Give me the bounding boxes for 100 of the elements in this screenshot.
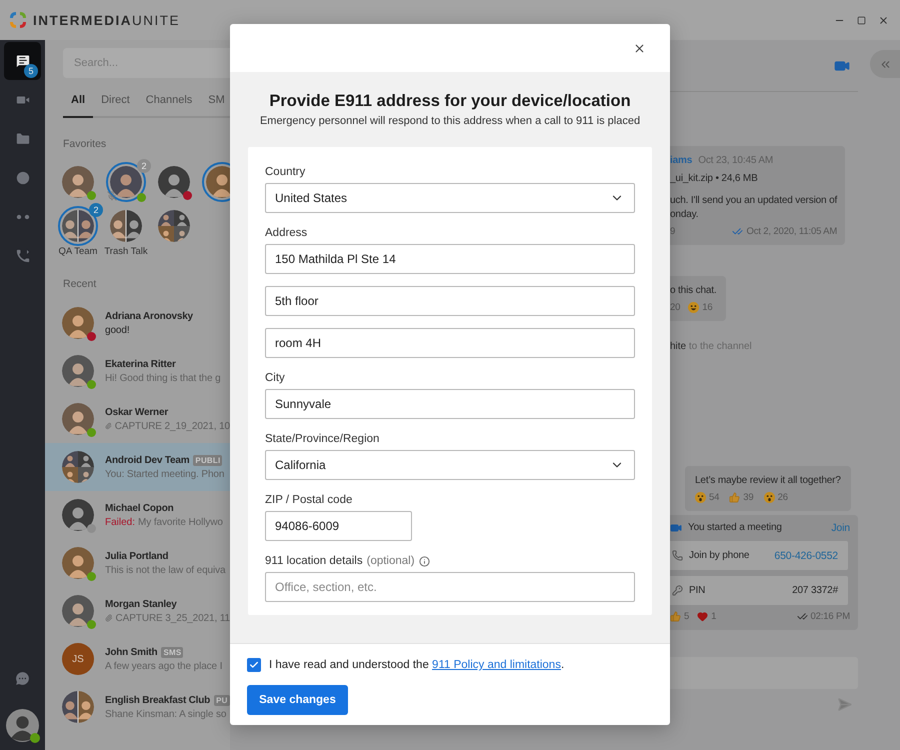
key-icon <box>672 585 683 596</box>
heart-icon <box>697 611 708 622</box>
initials-avatar: JS <box>62 643 94 675</box>
reaction-count: 26 <box>778 492 788 503</box>
conversation-row[interactable]: Julia Portland This is not the law of equiva <box>45 539 230 587</box>
conversation-row[interactable]: English Breakfast Club PU Shane Kinsman: A single so <box>45 683 230 731</box>
unread-badge: 5 <box>24 64 38 78</box>
user-avatar[interactable] <box>6 709 39 742</box>
input-field[interactable]: Office, section, etc. <box>265 572 635 602</box>
input-field[interactable]: 94086-6009 <box>265 511 412 541</box>
chat-bubble-icon <box>14 670 31 686</box>
reaction-count: 20 <box>670 302 680 313</box>
contact-name: Android Dev Team <box>105 454 190 466</box>
collapse-button[interactable] <box>870 50 900 78</box>
input-field[interactable]: 5th floor <box>265 286 635 316</box>
thumbs-up-icon <box>729 492 740 503</box>
message-preview: CAPTURE 2_19_2021, 10 <box>114 420 230 432</box>
sender-name: iams <box>670 154 692 168</box>
info-icon[interactable] <box>418 556 430 566</box>
dialog-subtitle: Emergency personnel will respond to this address when a call to 911 is placed <box>258 114 642 129</box>
contact-name: Julia Portland <box>105 550 168 562</box>
reaction-count: 1 <box>711 611 716 622</box>
message-text: o this chat. <box>670 284 718 298</box>
message-preview: My favorite Hollywo <box>138 516 223 528</box>
select-field[interactable]: California <box>265 450 635 480</box>
emoji-icon <box>688 302 700 313</box>
contact-name: Oskar Werner <box>105 406 168 418</box>
field-label: 911 location details <box>265 554 363 569</box>
chats-nav-button[interactable]: 5 <box>4 42 41 80</box>
input-field[interactable]: Sunnyvale <box>265 389 635 419</box>
reaction-count: 16 <box>702 302 713 313</box>
message-input[interactable] <box>670 657 858 689</box>
favorite-name[interactable]: QA Team <box>58 246 98 257</box>
field-label: Address <box>265 226 308 241</box>
dialog-title: Provide E911 address for your device/location <box>268 91 632 112</box>
file-name: _ui_kit.zip • 24,6 MB <box>670 172 759 186</box>
conversation-row[interactable]: Android Dev Team PUBLI You: Started meeting. Phon <box>45 443 230 491</box>
detail-label: Join by phone <box>689 548 750 562</box>
video-icon <box>670 522 682 534</box>
channel-tag: PU <box>214 694 230 706</box>
field-hint: (optional) <box>366 554 415 569</box>
contact-name: John Smith <box>105 646 158 658</box>
field-label: State/Province/Region <box>265 432 380 447</box>
save-button[interactable]: Save changes <box>247 685 348 715</box>
input-field[interactable]: room 4H <box>265 328 635 358</box>
contact-name: Michael Copon <box>105 502 174 514</box>
message-preview: Hi! Good thing is that the g <box>105 372 221 384</box>
failed-label: Failed: <box>105 516 136 528</box>
avatar <box>62 595 94 627</box>
channel-tag: SMS <box>161 646 184 658</box>
conversation-row[interactable]: Michael Copon Failed: My favorite Hollywo <box>45 491 230 539</box>
message-preview: A few years ago the place I <box>105 660 222 672</box>
message-preview: good! <box>105 324 130 336</box>
avatar <box>62 355 94 387</box>
avatar <box>62 691 94 723</box>
conversation-row[interactable]: Morgan Stanley CAPTURE 3_25_2021, 11 <box>45 587 230 635</box>
avatar <box>62 499 94 531</box>
agreement-text: I have read and understood the 911 Policy and limitations. <box>269 659 564 671</box>
input-field[interactable]: 150 Mathilda Pl Ste 14 <box>265 244 635 274</box>
logo-icon <box>8 10 28 30</box>
check-icon <box>249 660 259 670</box>
thumbs-up-icon <box>670 611 681 622</box>
emoji-icon <box>764 492 775 503</box>
avatar <box>62 547 94 579</box>
field-label: Country <box>265 165 306 180</box>
policy-link[interactable]: 911 Policy and limitations <box>432 659 561 671</box>
chat-icon <box>14 53 30 69</box>
message-preview: This is not the law of equiva <box>105 564 226 576</box>
tab[interactable]: Channels <box>138 94 200 118</box>
contact-name: Adriana Aronovsky <box>105 310 193 322</box>
brand-name: INTERMEDIAUNITE <box>33 12 180 28</box>
tab[interactable]: All <box>63 94 94 118</box>
message-time: 02:16 PM <box>810 611 850 622</box>
phone-arrow-icon <box>14 248 30 264</box>
tab[interactable]: Direct <box>93 94 138 118</box>
unread-badge: 2 <box>137 159 151 173</box>
reaction-count: 39 <box>743 492 754 503</box>
checkbox[interactable] <box>247 658 261 672</box>
close-button[interactable] <box>633 42 646 54</box>
conversation-row[interactable]: Ekaterina Ritter Hi! Good thing is that the g <box>45 347 230 395</box>
close-icon <box>633 42 646 54</box>
select-field[interactable]: United States <box>265 183 635 213</box>
channel-tag: PUBLI <box>193 454 222 466</box>
conversation-row[interactable]: JS John Smith SMS A few years ago the place I <box>45 635 230 683</box>
contact-name: Ekaterina Ritter <box>105 358 176 370</box>
close-icon <box>878 14 888 26</box>
message-time: Oct 2, 2020, 11:05 AM <box>746 226 838 237</box>
favorite-name[interactable]: Trash Talk <box>104 246 148 257</box>
field-label: ZIP / Postal code <box>265 493 352 508</box>
reaction-count: 54 <box>709 492 720 503</box>
unread-badge: 2 <box>89 203 103 217</box>
conversation-row[interactable]: Oskar Werner CAPTURE 2_19_2021, 10 <box>45 395 230 443</box>
section-title: Favorites <box>63 137 108 151</box>
conversation-row[interactable]: Adriana Aronovsky good! <box>45 299 230 347</box>
send-icon <box>837 697 852 712</box>
tab[interactable]: SM <box>200 94 230 118</box>
folder-icon <box>14 131 30 147</box>
section-title: Recent <box>63 277 98 291</box>
detail-value: 207 3372# <box>792 584 838 598</box>
message-preview: Shane Kinsman: A single so <box>105 708 226 720</box>
